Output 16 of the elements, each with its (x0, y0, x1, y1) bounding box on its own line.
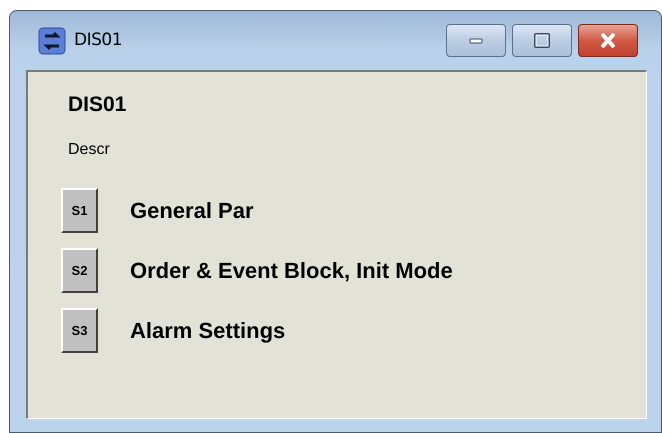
window-title: DIS01 (74, 28, 124, 52)
maximize-icon (534, 33, 550, 48)
section-button[interactable]: S2 (61, 248, 98, 293)
section-label: Order & Event Block, Init Mode (130, 257, 453, 285)
section-label: General Par (130, 197, 254, 225)
heading: DIS01 (68, 94, 128, 115)
close-icon (601, 33, 615, 48)
app-icon (36, 24, 68, 56)
section-button[interactable]: S1 (61, 188, 98, 233)
minimize-button[interactable] (446, 24, 506, 57)
section-button[interactable]: S3 (61, 308, 98, 353)
description: Descr (68, 142, 111, 158)
minimize-icon (469, 38, 483, 44)
section-label: Alarm Settings (130, 317, 286, 345)
close-button[interactable] (578, 24, 638, 57)
maximize-button[interactable] (512, 24, 572, 57)
